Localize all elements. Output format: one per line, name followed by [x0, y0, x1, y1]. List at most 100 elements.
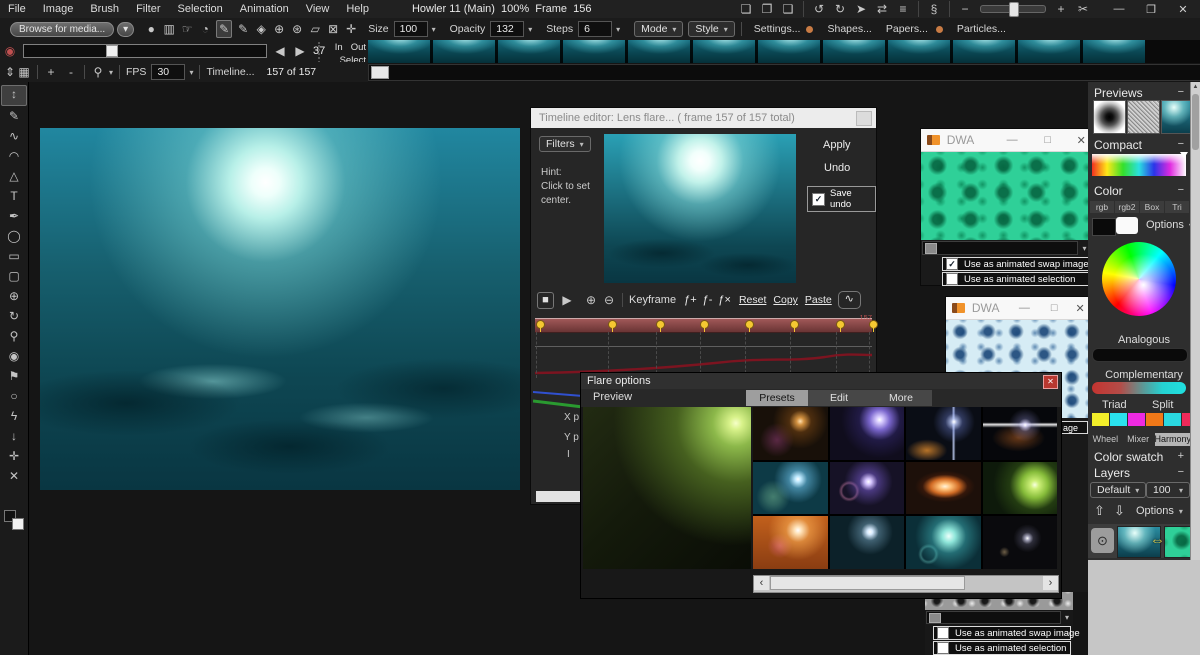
menu-brush[interactable]: Brush: [90, 3, 119, 15]
blob-tool[interactable]: ○: [2, 387, 26, 406]
zoom-in-icon[interactable]: ⊕: [584, 292, 598, 308]
brush-tool[interactable]: ✎: [2, 107, 26, 126]
keyframe-delete-button[interactable]: ƒ×: [718, 294, 731, 306]
timeline-editor-titlebar-button[interactable]: [856, 111, 872, 126]
panel-scrollbar[interactable]: ▲: [1190, 82, 1200, 560]
menu-filter[interactable]: Filter: [136, 3, 160, 15]
curve-tool[interactable]: ∿: [2, 127, 26, 146]
compact-collapse-button[interactable]: −: [1178, 138, 1184, 150]
green-starburst-flare[interactable]: [983, 462, 1058, 515]
zoom-out-icon[interactable]: ⊖: [602, 292, 616, 308]
erase-tool[interactable]: ✕: [2, 467, 26, 486]
dwa3-selection-checkbox[interactable]: [937, 642, 949, 654]
polygon-tool[interactable]: △: [2, 167, 26, 186]
menu-help[interactable]: Help: [346, 3, 369, 15]
color-tab-box[interactable]: Box: [1140, 201, 1164, 213]
pen-tool[interactable]: ✒: [2, 207, 26, 226]
copy-link[interactable]: Copy: [773, 294, 798, 306]
reset-link[interactable]: Reset: [739, 294, 766, 306]
violet-starburst-flare[interactable]: [830, 462, 905, 515]
layer-opacity-dropdown[interactable]: 100▾: [1146, 482, 1190, 498]
rotate-tool[interactable]: ↻: [2, 307, 26, 326]
browse-media-dropdown[interactable]: ▾: [117, 22, 134, 37]
brush-mode-icon-3[interactable]: ◔: [198, 21, 212, 37]
blue-streak-flare[interactable]: [906, 407, 981, 460]
menu-file[interactable]: File: [8, 3, 26, 15]
history-icon-4[interactable]: ≡: [896, 1, 910, 17]
primary-color-swatch[interactable]: [1092, 218, 1116, 236]
dwa3-swap-checkbox[interactable]: [937, 627, 949, 639]
history-icon-3[interactable]: ⇄: [875, 1, 889, 17]
layer-mode-dropdown[interactable]: Default▾: [1090, 482, 1146, 498]
transform-icon-0[interactable]: ❏: [739, 1, 753, 17]
dwa1-texture-image[interactable]: [921, 152, 1091, 240]
dwa3-selection-row[interactable]: Use as animated selection: [933, 641, 1071, 655]
violet-beam-flare[interactable]: [830, 407, 905, 460]
brush-mode-icon-11[interactable]: ✛: [344, 21, 358, 37]
split-swatch-0[interactable]: [1146, 413, 1163, 426]
dwa1-titlebar[interactable]: DWA — □ ✕: [921, 129, 1091, 152]
triad-swatch-0[interactable]: [1092, 413, 1109, 426]
paper-preview-thumbnail[interactable]: [1127, 100, 1160, 134]
anamorphic-flare[interactable]: [983, 407, 1058, 460]
brush-preview-thumbnail[interactable]: [1093, 100, 1126, 134]
transform-icon-1[interactable]: ❐: [760, 1, 774, 17]
arc-tool[interactable]: ◠: [2, 147, 26, 166]
cyan-starburst-flare[interactable]: [753, 462, 828, 515]
layer-down-button[interactable]: ⇩: [1114, 503, 1125, 519]
dwa2-close-button[interactable]: ✕: [1071, 302, 1089, 315]
remove-frame-button[interactable]: -: [64, 64, 78, 80]
brush-mode-icon-7[interactable]: ⊕: [272, 21, 286, 37]
canvas-image[interactable]: [40, 128, 520, 490]
curve-mode-icon[interactable]: ∿: [838, 291, 861, 309]
teal-glow-flare[interactable]: [906, 516, 981, 569]
keyframe-add-button[interactable]: ƒ+: [684, 294, 697, 306]
dwa1-swap-row[interactable]: ✓ Use as animated swap image: [942, 257, 1090, 271]
flare-preset-scrollbar[interactable]: ‹ ›: [753, 575, 1059, 593]
zoom-slider[interactable]: [980, 5, 1046, 13]
minimize-button[interactable]: —: [1112, 3, 1126, 15]
harmony-tab-harmony[interactable]: Harmony: [1155, 433, 1192, 446]
brush-mode-icon-5[interactable]: ✎: [236, 21, 250, 37]
history-icon-2[interactable]: ➤: [854, 1, 868, 17]
timeline-button[interactable]: Timeline...: [206, 66, 254, 78]
layer-visibility-eye-icon[interactable]: ⊙: [1091, 528, 1114, 553]
compact-color-strip[interactable]: [1092, 154, 1186, 176]
split-swatch-1[interactable]: [1164, 413, 1181, 426]
transform-icon-2[interactable]: ❑: [781, 1, 795, 17]
dwa3-slider-thumb[interactable]: [929, 613, 941, 623]
gravity-tool[interactable]: ↓: [2, 427, 26, 446]
previews-collapse-button[interactable]: −: [1178, 86, 1184, 98]
apply-button[interactable]: Apply: [823, 139, 851, 151]
complementary-bar[interactable]: [1092, 382, 1186, 394]
restore-button[interactable]: ❐: [1144, 3, 1158, 16]
dwa1-maximize-button[interactable]: □: [1038, 134, 1058, 146]
zoom-plus-button[interactable]: +: [1054, 1, 1068, 17]
sunset-star-flare[interactable]: [753, 516, 828, 569]
flare-tab-more[interactable]: More: [870, 390, 932, 406]
in-button[interactable]: In: [335, 41, 343, 54]
dwa2-titlebar[interactable]: DWA — □ ✕: [946, 297, 1089, 320]
brush-mode-icon-4[interactable]: ✎: [216, 20, 232, 38]
dwa1-swap-checkbox[interactable]: ✓: [946, 258, 958, 270]
particles-button[interactable]: Particles...: [957, 23, 1006, 35]
add-frame-button[interactable]: +: [44, 64, 58, 80]
zoom-tool[interactable]: ⊕: [2, 287, 26, 306]
move-tool[interactable]: ✛: [2, 447, 26, 466]
brush-mode-icon-9[interactable]: ▱: [308, 21, 322, 37]
white-starburst-flare[interactable]: [830, 516, 905, 569]
stop-icon[interactable]: ■: [537, 292, 554, 309]
filters-button[interactable]: Filters ▾: [539, 136, 591, 152]
dwa2-minimize-button[interactable]: —: [1015, 302, 1033, 314]
history-icon-0[interactable]: ↺: [812, 1, 826, 17]
color-tab-rgb[interactable]: rgb: [1090, 201, 1114, 213]
flare-preview-image[interactable]: [583, 407, 751, 569]
timeline-editor-scrollbar[interactable]: [536, 491, 584, 502]
select-rect-tool[interactable]: ▢: [2, 267, 26, 286]
save-undo-control[interactable]: ✓ Save undo: [807, 186, 876, 212]
play-icon[interactable]: ▶: [560, 292, 574, 308]
dwa3-frame-slider[interactable]: [926, 611, 1061, 624]
color-tab-tri[interactable]: Tri: [1165, 201, 1189, 213]
slider-tool[interactable]: ↕: [1, 85, 27, 106]
dwa1-frame-slider[interactable]: [922, 241, 1078, 255]
